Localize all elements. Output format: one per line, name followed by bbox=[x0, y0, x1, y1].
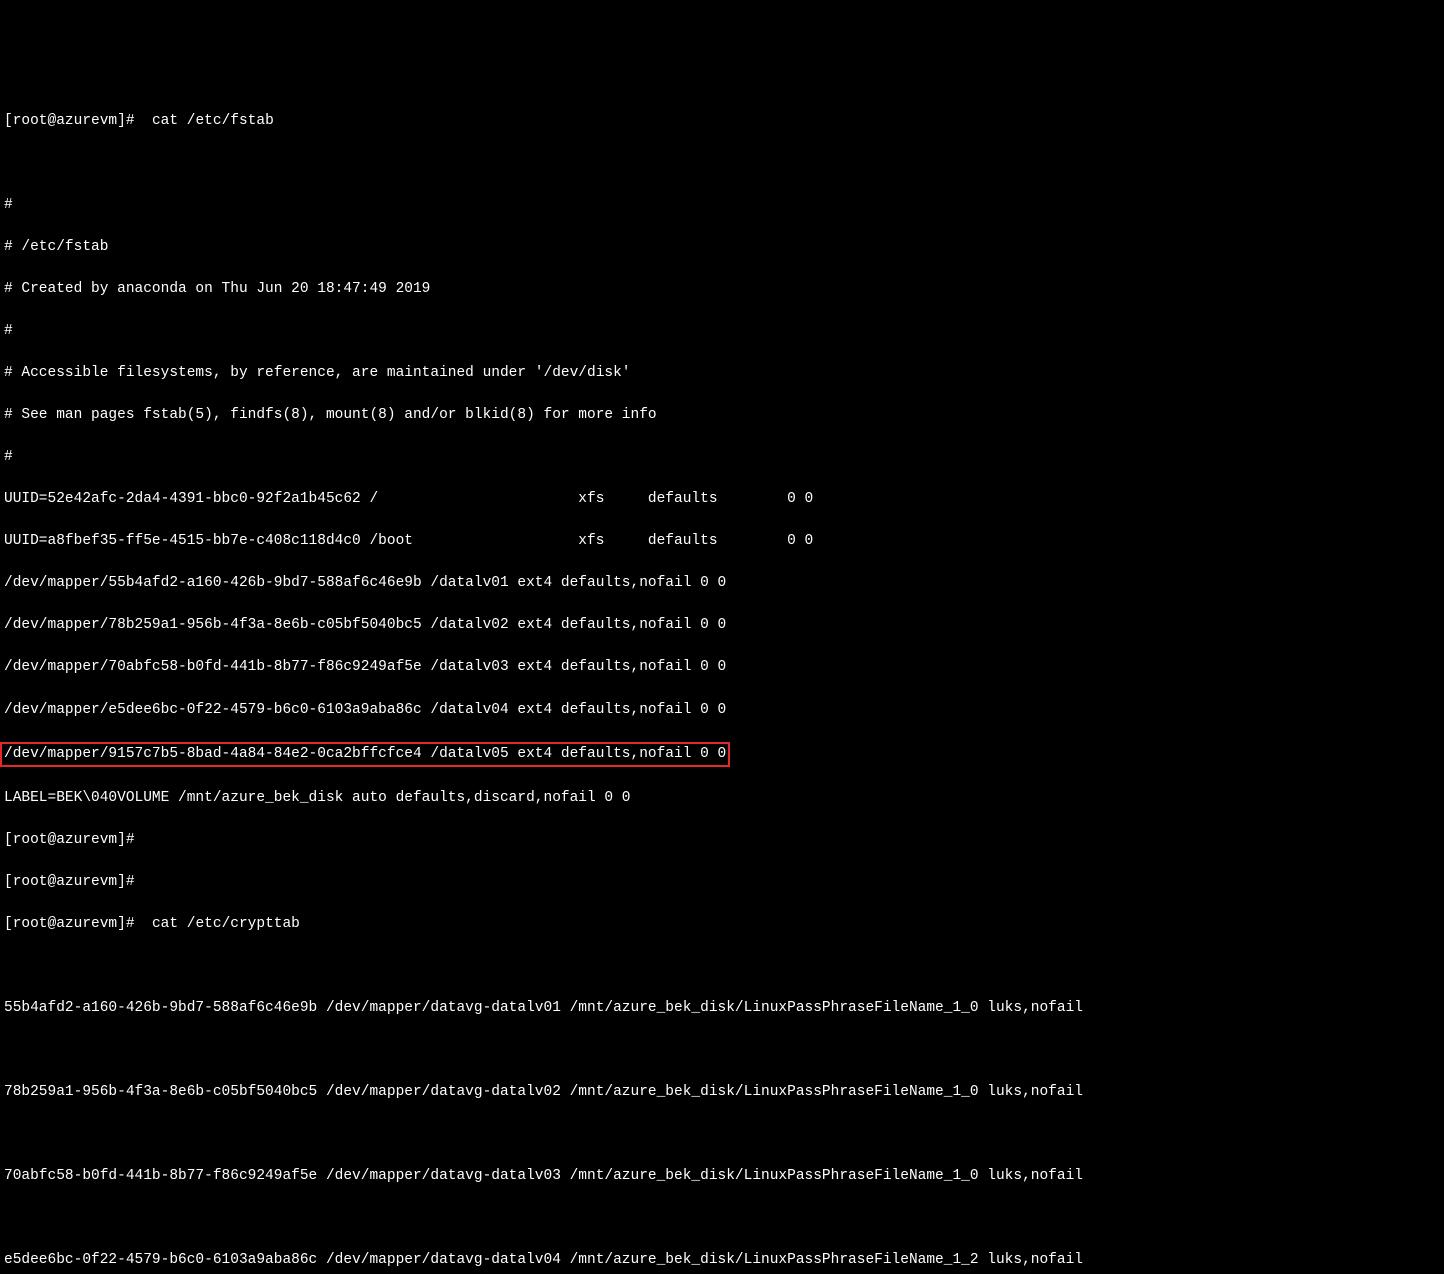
blank-line bbox=[4, 1124, 1440, 1145]
prompt-line: [root@azurevm]# cat /etc/fstab bbox=[4, 111, 1440, 132]
fstab-highlight-box: /dev/mapper/9157c7b5-8bad-4a84-84e2-0ca2… bbox=[0, 742, 730, 767]
blank-line bbox=[4, 1040, 1440, 1061]
crypttab-entry-0: 55b4afd2-a160-426b-9bd7-588af6c46e9b /de… bbox=[4, 998, 1440, 1019]
crypttab-entry-2: 70abfc58-b0fd-441b-8b77-f86c9249af5e /de… bbox=[4, 1166, 1440, 1187]
fstab-entry-1: UUID=a8fbef35-ff5e-4515-bb7e-c408c118d4c… bbox=[4, 531, 1440, 552]
fstab-highlighted-row: /dev/mapper/9157c7b5-8bad-4a84-84e2-0ca2… bbox=[4, 742, 1440, 767]
command-cat-crypttab: cat /etc/crypttab bbox=[152, 916, 300, 932]
fstab-trailing: LABEL=BEK\040VOLUME /mnt/azure_bek_disk … bbox=[4, 788, 1440, 809]
fstab-entry-2: /dev/mapper/55b4afd2-a160-426b-9bd7-588a… bbox=[4, 573, 1440, 594]
fstab-entry-0: UUID=52e42afc-2da4-4391-bbc0-92f2a1b45c6… bbox=[4, 489, 1440, 510]
blank-line bbox=[4, 153, 1440, 174]
fstab-header-1: # /etc/fstab bbox=[4, 237, 1440, 258]
fstab-header-3: # bbox=[4, 321, 1440, 342]
prompt-host: azurevm bbox=[56, 113, 117, 129]
crypttab-entry-1: 78b259a1-956b-4f3a-8e6b-c05bf5040bc5 /de… bbox=[4, 1082, 1440, 1103]
prompt-line-crypttab: [root@azurevm]# cat /etc/crypttab bbox=[4, 914, 1440, 935]
fstab-header-0: # bbox=[4, 195, 1440, 216]
blank-line bbox=[4, 956, 1440, 977]
prompt-line-empty-1: [root@azurevm]# bbox=[4, 830, 1440, 851]
crypttab-entry-3: e5dee6bc-0f22-4579-b6c0-6103a9aba86c /de… bbox=[4, 1250, 1440, 1271]
command-cat-fstab: cat /etc/fstab bbox=[152, 113, 274, 129]
terminal-output: [root@azurevm]# cat /etc/fstab # # /etc/… bbox=[4, 90, 1440, 1274]
fstab-entry-5: /dev/mapper/e5dee6bc-0f22-4579-b6c0-6103… bbox=[4, 700, 1440, 721]
prompt-suffix: # bbox=[126, 113, 135, 129]
prompt-user: root bbox=[13, 113, 48, 129]
prompt-line-empty-2: [root@azurevm]# bbox=[4, 872, 1440, 893]
fstab-entry-3: /dev/mapper/78b259a1-956b-4f3a-8e6b-c05b… bbox=[4, 615, 1440, 636]
fstab-entry-4: /dev/mapper/70abfc58-b0fd-441b-8b77-f86c… bbox=[4, 657, 1440, 678]
fstab-header-2: # Created by anaconda on Thu Jun 20 18:4… bbox=[4, 279, 1440, 300]
fstab-header-5: # See man pages fstab(5), findfs(8), mou… bbox=[4, 405, 1440, 426]
blank-line bbox=[4, 1208, 1440, 1229]
fstab-header-4: # Accessible filesystems, by reference, … bbox=[4, 363, 1440, 384]
fstab-header-6: # bbox=[4, 447, 1440, 468]
